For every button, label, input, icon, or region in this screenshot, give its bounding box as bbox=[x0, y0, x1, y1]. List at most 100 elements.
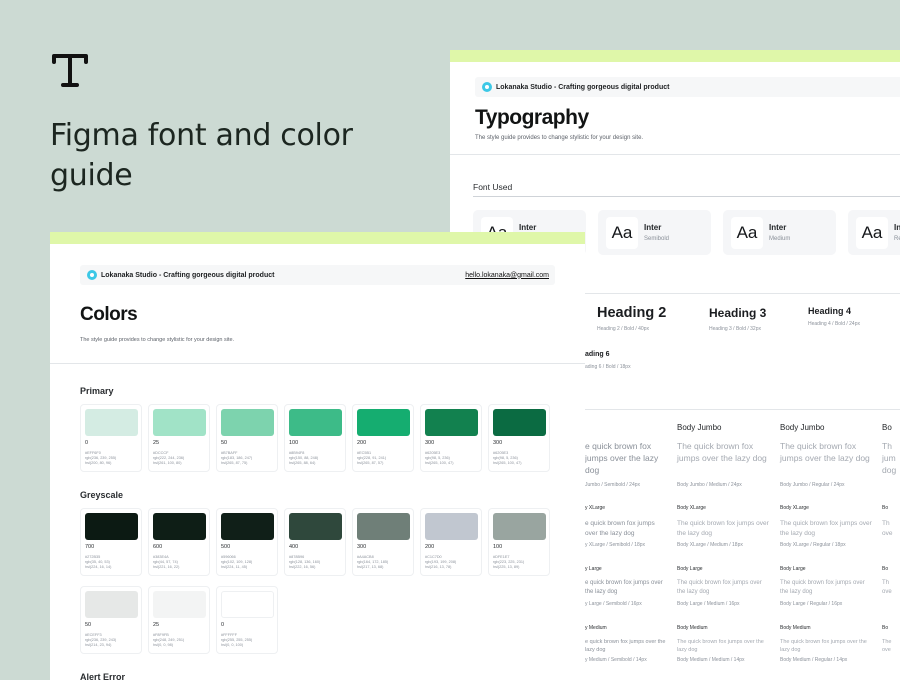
accent-strip bbox=[50, 232, 585, 244]
swatch-values: #ECEFF3 rgb(236, 239, 243) hsl(214, 23, 94… bbox=[85, 633, 141, 648]
body-label: Body Large bbox=[780, 566, 806, 572]
body-meta: Body Medium / Medium / 14px bbox=[677, 657, 745, 663]
heading-6-sample: ading 6 bbox=[585, 351, 610, 358]
body-sample: Th ove bbox=[882, 580, 892, 595]
brand-email[interactable]: hello.lokanaka@gmail.com bbox=[465, 272, 549, 279]
heading-4-meta: Heading 4 / Bold / 24px bbox=[808, 321, 860, 327]
swatch-values: #FFFFFF rgb(255, 255, 255) hsl(0, 0, 100) bbox=[221, 633, 277, 648]
swatch-hsl: hsl(200, 80, 96) bbox=[85, 461, 112, 465]
swatch-values: #EFF6F0 rgb(236, 239, 255) hsl(200, 80, 96… bbox=[85, 451, 141, 466]
swatch-hsl: hsl(0, 0, 98) bbox=[153, 643, 174, 647]
body-meta: y Medium / Semibold / 14px bbox=[585, 657, 647, 663]
swatch-values: #878B96 rgb(128, 136, 160) hsl(222, 16, 56… bbox=[289, 555, 345, 570]
swatch-shade-label: 0 bbox=[221, 622, 225, 628]
page-title: Colors bbox=[80, 304, 138, 325]
body-meta: y XLarge / Semibold / 18px bbox=[585, 542, 646, 548]
color-swatch bbox=[493, 409, 546, 436]
body-sample: e quick brown fox jumps over the lazy do… bbox=[585, 580, 663, 595]
swatch-shade-label: 300 bbox=[357, 544, 367, 550]
brand-bar: Lokanaka Studio - Crafting gorgeous digi… bbox=[80, 265, 555, 285]
brand-logo-icon bbox=[482, 82, 492, 92]
body-label: Body Medium bbox=[677, 625, 708, 631]
swatch-hsl: hsl(225, 13, 89) bbox=[493, 565, 520, 569]
color-swatch-card[interactable]: 200 #EC5B1 rgb(228, 91, 241) hsl(265, 87, 5… bbox=[352, 404, 414, 472]
color-swatch bbox=[221, 409, 274, 436]
body-meta: y Large / Semibold / 16px bbox=[585, 601, 642, 607]
font-weight: Semibold bbox=[644, 236, 670, 242]
color-swatch-card[interactable]: 0 #FFFFFF rgb(255, 255, 255) hsl(0, 0, 100) bbox=[216, 586, 278, 654]
alert-error-label: Alert Error bbox=[80, 672, 126, 680]
swatch-hsl: hsl(265, 100, 47) bbox=[493, 461, 522, 465]
swatch-shade-label: 50 bbox=[221, 440, 228, 446]
color-swatch bbox=[221, 591, 274, 618]
swatch-values: #EC5B1 rgb(228, 91, 241) hsl(265, 87, 57) bbox=[357, 451, 413, 466]
body-meta: Body Large / Medium / 16px bbox=[677, 601, 740, 607]
color-swatch-card[interactable]: 50 #B7BAFF rgb(183, 186, 247) hsl(265, 87, … bbox=[216, 404, 278, 472]
color-swatch-card[interactable]: 25 #DCCCF rgb(222, 244, 236) hsl(261, 100, … bbox=[148, 404, 210, 472]
color-swatch-card[interactable]: 0 #EFF6F0 rgb(236, 239, 255) hsl(200, 80, 9… bbox=[80, 404, 142, 472]
body-sample: The quick brown fox jumps over the lazy … bbox=[780, 441, 870, 463]
swatch-hsl: hsl(0, 0, 100) bbox=[221, 643, 244, 647]
swatch-shade-label: 0 bbox=[85, 440, 89, 446]
divider bbox=[585, 293, 900, 294]
font-card: Aa Inter Semibold bbox=[598, 210, 711, 255]
color-swatch-card[interactable]: 300 #6205E3 rgb(98, 5, 236) hsl(265, 100, 4… bbox=[420, 404, 482, 472]
body-meta: Jumbo / Semibold / 24px bbox=[585, 482, 641, 488]
brand-logo-icon bbox=[87, 270, 97, 280]
body-sample: The quick brown fox jumps over the lazy … bbox=[677, 639, 764, 653]
color-swatch-card[interactable]: 100 #8B94F8 rgb(150, 88, 248) hsl(265, 88, … bbox=[284, 404, 346, 472]
swatch-hsl: hsl(224, 16, 14) bbox=[85, 565, 112, 569]
font-name: Inter bbox=[519, 223, 537, 232]
color-swatch-card[interactable]: 200 #C1C7D0 rgb(193, 199, 208) hsl(216, 13,… bbox=[420, 508, 482, 576]
font-sample: Aa bbox=[856, 217, 888, 249]
color-swatch-card[interactable]: 50 #ECEFF3 rgb(236, 239, 243) hsl(214, 23, … bbox=[80, 586, 142, 654]
page-title: Typography bbox=[475, 106, 589, 129]
color-swatch bbox=[493, 513, 546, 540]
color-swatch bbox=[425, 513, 478, 540]
body-sample: e quick brown fox jumps over the lazy do… bbox=[585, 520, 655, 537]
body-label: Body XLarge bbox=[780, 505, 809, 511]
body-meta: Body XLarge / Medium / 18px bbox=[677, 542, 743, 548]
divider bbox=[450, 154, 900, 155]
heading-2-meta: Heading 2 / Bold / 40px bbox=[597, 326, 649, 332]
swatch-values: #DCCCF rgb(222, 244, 236) hsl(261, 100, 80… bbox=[153, 451, 209, 466]
swatch-shade-label: 500 bbox=[221, 544, 231, 550]
body-label: Body Medium bbox=[780, 625, 811, 631]
color-swatch-card[interactable]: 100 #DFE1E7 rgb(223, 225, 231) hsl(225, 13,… bbox=[488, 508, 550, 576]
font-name: In bbox=[894, 223, 900, 232]
font-weight: Medium bbox=[769, 236, 791, 242]
color-swatch bbox=[425, 409, 478, 436]
greyscale-label: Greyscale bbox=[80, 490, 124, 500]
heading-2-sample: Heading 2 bbox=[597, 305, 667, 321]
body-label: Body Large bbox=[677, 566, 703, 572]
swatch-values: #6205E3 rgb(98, 5, 236) hsl(265, 100, 47) bbox=[493, 451, 549, 466]
accent-strip bbox=[450, 50, 900, 62]
color-swatch-card[interactable]: 300 #A4ACB8 rgb(164, 172, 185) hsl(217, 13,… bbox=[352, 508, 414, 576]
body-sample: The quick brown fox jumps over the lazy … bbox=[677, 520, 769, 537]
heading-4-sample: Heading 4 bbox=[808, 306, 852, 316]
swatch-hsl: hsl(214, 23, 94) bbox=[85, 643, 112, 647]
body-meta: Body Jumbo / Regular / 24px bbox=[780, 482, 845, 488]
color-swatch-card[interactable]: 700 #272B35 rgb(35, 40, 53) hsl(224, 16, 14… bbox=[80, 508, 142, 576]
heading-3-meta: Heading 3 / Bold / 32px bbox=[709, 326, 761, 332]
color-swatch-card[interactable]: 400 #878B96 rgb(128, 136, 160) hsl(222, 16,… bbox=[284, 508, 346, 576]
color-swatch-card[interactable]: 25 #F8F9FB rgb(248, 249, 251) hsl(0, 0, 98) bbox=[148, 586, 210, 654]
color-swatch-card[interactable]: 600 #383E4A rgb(44, 57, 74) hsl(221, 16, 22… bbox=[148, 508, 210, 576]
color-swatch bbox=[357, 409, 410, 436]
swatch-values: #596066 rgb(102, 109, 128) hsl(224, 11, 45… bbox=[221, 555, 277, 570]
primary-label: Primary bbox=[80, 386, 114, 396]
swatch-values: #A4ACB8 rgb(164, 172, 185) hsl(217, 13, 68… bbox=[357, 555, 413, 570]
body-label: Body XLarge bbox=[677, 505, 706, 511]
font-sample: Aa bbox=[731, 217, 763, 249]
body-sample: The quick brown fox jumps over the lazy … bbox=[677, 580, 762, 595]
heading-3-sample: Heading 3 bbox=[709, 306, 767, 320]
divider bbox=[585, 409, 900, 410]
colors-card: Lokanaka Studio - Crafting gorgeous digi… bbox=[50, 232, 585, 680]
page-subtitle: The style guide provides to change styli… bbox=[80, 337, 235, 343]
color-swatch-card[interactable]: 500 #596066 rgb(102, 109, 128) hsl(224, 11,… bbox=[216, 508, 278, 576]
swatch-shade-label: 400 bbox=[289, 544, 299, 550]
color-swatch-card[interactable]: 300 #6205E3 rgb(98, 5, 236) hsl(265, 100, 4… bbox=[488, 404, 550, 472]
font-name: Inter bbox=[644, 223, 662, 232]
swatch-hsl: hsl(265, 87, 75) bbox=[221, 461, 248, 465]
brand-bar: Lokanaka Studio - Crafting gorgeous digi… bbox=[475, 77, 900, 97]
